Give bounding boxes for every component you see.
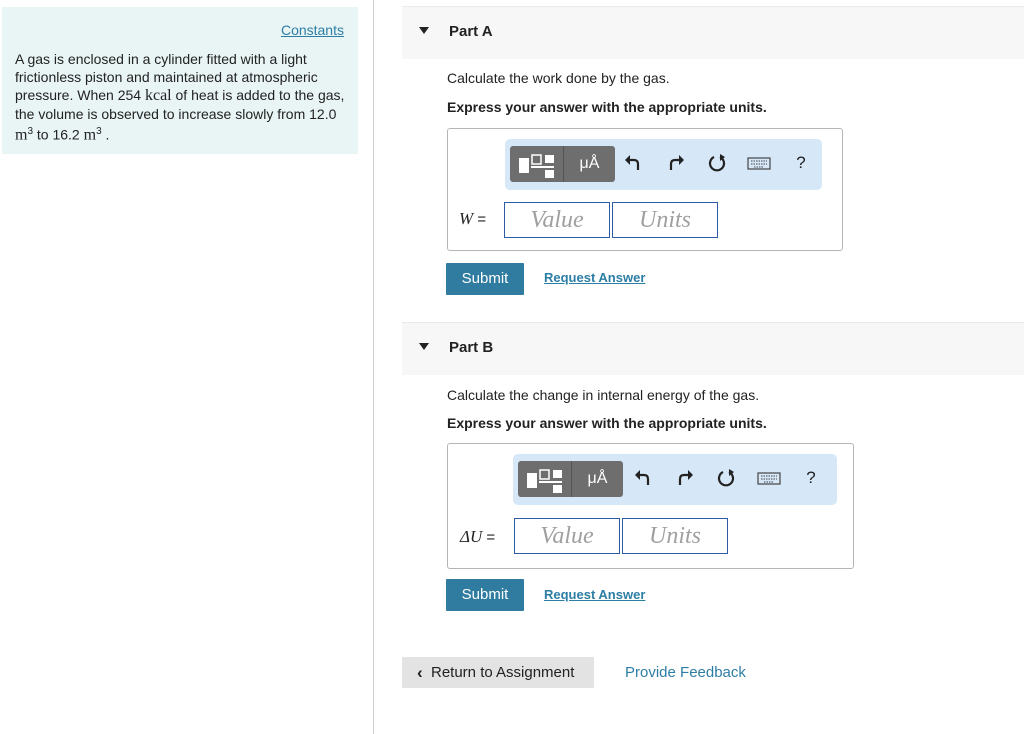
units-input[interactable]: Units <box>622 518 728 554</box>
part-a-instruction: Calculate the work done by the gas. <box>447 70 670 86</box>
keyboard-icon[interactable] <box>756 467 782 489</box>
value-input[interactable]: Value <box>514 518 620 554</box>
help-icon[interactable]: ? <box>800 467 822 489</box>
templates-button[interactable] <box>518 461 572 497</box>
math-toolbar: μÅ ? <box>505 139 822 190</box>
part-a-answer-box: μÅ ? W = Value Units <box>447 128 843 251</box>
return-to-assignment-button[interactable]: ‹ Return to Assignment <box>402 657 594 688</box>
templates-icon <box>527 469 562 493</box>
help-icon[interactable]: ? <box>790 152 812 174</box>
column-divider <box>373 0 374 734</box>
unit-m: m <box>83 126 97 144</box>
toolbar-button-group: μÅ <box>510 146 615 182</box>
return-label: Return to Assignment <box>431 664 575 681</box>
reset-icon[interactable] <box>715 467 737 489</box>
units-button[interactable]: μÅ <box>572 461 623 497</box>
redo-icon[interactable] <box>674 467 696 489</box>
part-a-request-answer-link[interactable]: Request Answer <box>544 270 645 285</box>
templates-button[interactable] <box>510 146 564 182</box>
units-input[interactable]: Units <box>612 202 718 238</box>
math-toolbar: μÅ ? <box>513 454 837 505</box>
value-input[interactable]: Value <box>504 202 610 238</box>
constants-link[interactable]: Constants <box>281 22 344 38</box>
undo-icon[interactable] <box>632 467 654 489</box>
templates-icon <box>519 154 554 178</box>
keyboard-icon[interactable] <box>746 152 772 174</box>
collapse-caret-icon[interactable] <box>419 27 429 34</box>
problem-text-3: to 16.2 <box>33 126 84 143</box>
variable-symbol: ΔU <box>460 527 483 546</box>
problem-text-end: . <box>101 126 110 143</box>
unit-m: m <box>15 126 28 144</box>
unit-kcal: kcal <box>144 87 172 104</box>
variable-symbol: W <box>459 209 474 228</box>
part-b-title: Part B <box>449 339 494 356</box>
undo-icon[interactable] <box>622 152 644 174</box>
toolbar-button-group: μÅ <box>518 461 623 497</box>
part-b-instruction: Calculate the change in internal energy … <box>447 387 760 403</box>
part-b-answer-box: μÅ ? ΔU = Value Units <box>447 443 854 569</box>
part-a-express: Express your answer with the appropriate… <box>447 99 767 115</box>
chevron-left-icon: ‹ <box>417 663 423 682</box>
part-a-title: Part A <box>449 23 493 40</box>
provide-feedback-link[interactable]: Provide Feedback <box>625 664 746 681</box>
units-button[interactable]: μÅ <box>564 146 615 182</box>
problem-statement: A gas is enclosed in a cylinder fitted w… <box>15 50 351 145</box>
variable-label: W = <box>459 209 486 229</box>
part-a-header[interactable]: Part A <box>402 6 1024 59</box>
collapse-caret-icon[interactable] <box>419 343 429 350</box>
redo-icon[interactable] <box>665 152 687 174</box>
part-a-submit-button[interactable]: Submit <box>446 263 524 295</box>
variable-label: ΔU = <box>460 527 495 547</box>
equals-sign: = <box>482 529 496 546</box>
problem-panel: Constants A gas is enclosed in a cylinde… <box>2 7 358 154</box>
part-b-request-answer-link[interactable]: Request Answer <box>544 587 645 602</box>
part-b-express: Express your answer with the appropriate… <box>447 415 767 431</box>
equals-sign: = <box>473 211 487 228</box>
reset-icon[interactable] <box>706 152 728 174</box>
part-b-submit-button[interactable]: Submit <box>446 579 524 611</box>
part-b-header[interactable]: Part B <box>402 322 1024 375</box>
